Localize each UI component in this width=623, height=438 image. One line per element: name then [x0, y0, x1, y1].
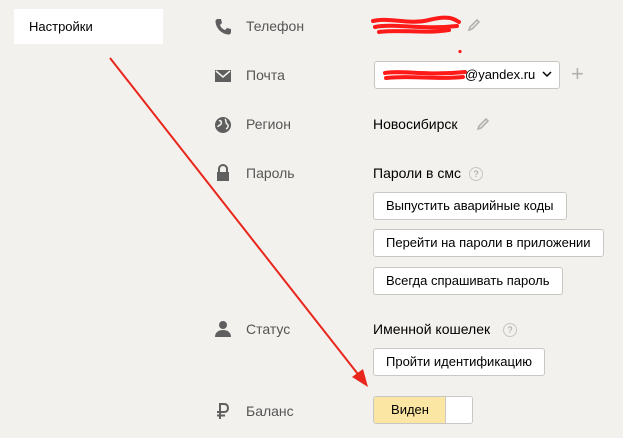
mail-label: Почта: [246, 67, 285, 83]
mail-icon: [213, 66, 233, 86]
balance-label: Баланс: [246, 403, 294, 419]
region-label: Регион: [246, 116, 291, 132]
emergency-codes-button[interactable]: Выпустить аварийные коды: [373, 192, 567, 220]
sidebar-item-settings[interactable]: Настройки: [14, 9, 163, 44]
phone-icon: [213, 17, 233, 37]
toggle-label: Виден: [374, 397, 446, 423]
person-icon: [213, 319, 233, 339]
status-value: Именной кошелек: [373, 321, 491, 337]
toggle-knob: [445, 397, 472, 423]
app-passwords-button[interactable]: Перейти на пароли в приложении: [373, 229, 604, 257]
redacted-phone-number: [371, 15, 461, 34]
ruble-icon: [213, 401, 233, 421]
password-help-icon[interactable]: ?: [469, 167, 483, 181]
region-value: Новосибирск: [373, 116, 458, 132]
email-suffix: @yandex.ru: [465, 67, 536, 82]
password-label: Пароль: [246, 165, 295, 181]
status-help-icon[interactable]: ?: [503, 323, 517, 337]
add-email-button[interactable]: +: [571, 63, 584, 85]
phone-label: Телефон: [246, 18, 305, 34]
email-select[interactable]: @yandex.ru: [374, 61, 560, 89]
status-label: Статус: [246, 321, 291, 337]
edit-phone-pencil-icon[interactable]: [467, 18, 481, 32]
sidebar-item-label: Настройки: [29, 19, 93, 34]
lock-icon: [213, 163, 233, 183]
redacted-email-login: [383, 70, 467, 80]
balance-visibility-toggle[interactable]: Виден: [373, 396, 473, 424]
always-ask-password-button[interactable]: Всегда спрашивать пароль: [373, 267, 563, 295]
password-mode-value: Пароли в смс: [373, 165, 461, 181]
chevron-down-icon: [542, 71, 552, 78]
globe-icon: [213, 115, 233, 135]
identification-button[interactable]: Пройти идентификацию: [373, 348, 545, 376]
edit-region-pencil-icon[interactable]: [476, 117, 490, 131]
red-dot: [458, 49, 462, 54]
